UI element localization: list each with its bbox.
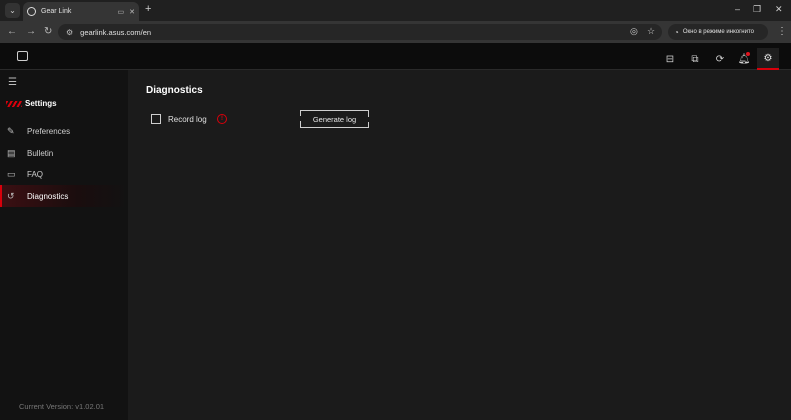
sidebar-item-preferences[interactable]: ✎ Preferences [0,120,128,142]
rog-stripes-icon [6,100,22,107]
url-text: gearlink.asus.com/en [80,27,152,37]
restore-icon[interactable]: ❐ [753,4,761,15]
browser-toolbar: ← → ↻ ⚙ gearlink.asus.com/en ◎ ☆ ◔ Окно … [0,21,791,43]
gear-icon[interactable]: ⚙ [757,48,779,70]
chat-icon: ▭ [7,168,16,179]
eye-off-icon[interactable]: ◎ [630,26,638,37]
record-log-checkbox[interactable] [151,114,161,124]
version-text: Current Version: v1.02.01 [19,402,105,411]
star-icon[interactable]: ☆ [647,26,655,37]
main-content: Diagnostics Record log ! Generate log [128,70,791,420]
chevron-down-icon[interactable]: ⌄ [5,3,20,18]
sidebar-header: Settings [6,99,57,108]
sidebar-item-label: Preferences [27,126,71,136]
page-title: Diagnostics [146,85,203,96]
sidebar-item-faq[interactable]: ▭ FAQ [0,163,128,185]
record-log-label[interactable]: Record log [168,115,207,124]
arrow-left-icon[interactable]: ← [7,26,17,37]
hamburger-icon[interactable]: ☰ [8,77,17,88]
sidebar: ☰ Settings ✎ Preferences ▤ Bulletin ▭ FA… [0,70,128,420]
tab-media-icon[interactable]: ▭ [118,8,125,16]
sync-icon[interactable]: ⟳ [709,48,731,70]
sidebar-item-label: Bulletin [27,148,54,158]
sidebar-item-label: Diagnostics [27,191,69,201]
app-logo-icon[interactable] [17,51,28,61]
gearlink-favicon [27,7,36,16]
sidebar-item-label: FAQ [27,169,44,179]
browser-tab[interactable]: Gear Link ▭ ✕ [23,2,139,21]
generate-log-button[interactable]: Generate log [300,110,369,128]
sidebar-item-bulletin[interactable]: ▤ Bulletin [0,142,128,164]
arrow-right-icon[interactable]: → [26,26,36,37]
message-icon: ▤ [7,147,16,158]
plus-icon[interactable]: + [145,3,151,15]
sidebar-title: Settings [25,99,57,108]
incognito-icon: ◔ [674,27,679,37]
info-icon[interactable]: ! [217,114,227,124]
site-info-icon[interactable]: ⚙ [66,28,73,37]
notification-dot [746,52,750,56]
sidebar-item-diagnostics[interactable]: ↺ Diagnostics [0,185,128,207]
minimize-icon[interactable]: – [735,4,740,14]
bell-icon[interactable]: 🔔︎ [733,48,755,70]
image-edit-icon[interactable]: ⧉ [684,48,706,70]
browser-tab-bar: ⌄ Gear Link ▭ ✕ + – ❐ ✕ [0,0,791,21]
close-icon[interactable]: ✕ [129,8,135,16]
dots-vertical-icon[interactable]: ⋮ [777,26,787,37]
brush-icon: ✎ [7,125,15,136]
close-window-icon[interactable]: ✕ [775,4,783,15]
address-bar[interactable]: ⚙ gearlink.asus.com/en [58,24,662,40]
display-icon[interactable]: ⊟ [659,48,681,70]
history-icon: ↺ [7,190,15,201]
incognito-badge[interactable]: ◔ Окно в режиме инкогнито [668,24,768,40]
incognito-label: Окно в режиме инкогнито [682,29,754,35]
reload-icon[interactable]: ↻ [44,26,52,37]
tab-title: Gear Link [41,8,72,15]
app-header: ⊟ ⧉ ⟳ 🔔︎ ⚙ [0,43,791,70]
